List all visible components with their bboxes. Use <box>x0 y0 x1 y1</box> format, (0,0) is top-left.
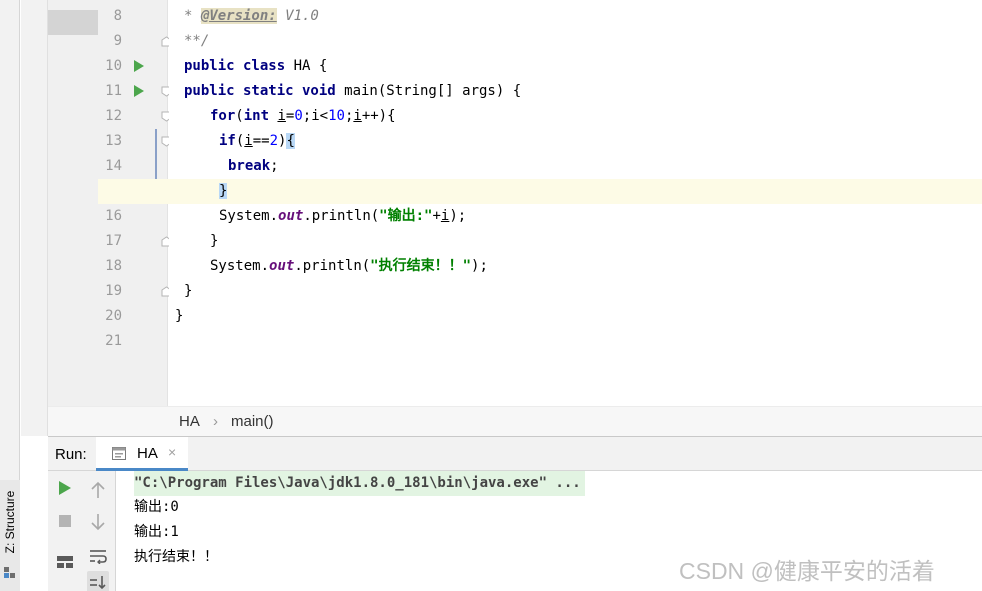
line-number: 21 <box>105 333 122 349</box>
structure-tab-label[interactable]: Z: Structure <box>3 491 17 554</box>
line-number: 13 <box>105 133 122 149</box>
run-panel-header: Run: HA × <box>48 436 982 471</box>
line-number: 10 <box>105 58 122 74</box>
line-number: 16 <box>105 208 122 224</box>
console-command-line[interactable]: "C:\Program Files\Java\jdk1.8.0_181\bin\… <box>134 471 585 496</box>
structure-icon[interactable] <box>3 566 16 579</box>
console-line: 输出:0 <box>134 499 179 515</box>
line-number: 14 <box>105 158 122 174</box>
code-line-12: for(int i=0;i<10;i++){ <box>210 108 396 124</box>
line-number: 18 <box>105 258 122 274</box>
code-line-10: public class HA { <box>184 58 328 74</box>
run-toolbar <box>48 471 116 591</box>
run-tab-label: HA <box>137 445 158 462</box>
line-number: 9 <box>113 33 122 49</box>
arrow-up-icon <box>91 481 105 498</box>
soft-wrap-button[interactable] <box>87 545 109 567</box>
line-number: 11 <box>105 83 122 99</box>
watermark: CSDN @健康平安的活着 <box>679 558 935 584</box>
arrow-down-icon <box>91 514 105 531</box>
breadcrumb: HA › main() <box>169 406 982 436</box>
scroll-down-button[interactable] <box>87 511 109 533</box>
scroll-end-icon <box>90 576 106 590</box>
rerun-button[interactable] <box>54 477 76 499</box>
breadcrumb-method[interactable]: main() <box>231 413 274 430</box>
layout-icon <box>57 556 73 568</box>
console-line: 输出:1 <box>134 524 179 540</box>
code-line-13: if(i==2){ <box>219 133 295 149</box>
stop-icon <box>59 515 71 527</box>
run-class-icon[interactable] <box>133 59 145 73</box>
line-number: 17 <box>105 233 122 249</box>
console-line: 执行结束！！ <box>134 549 218 565</box>
play-icon <box>59 481 71 495</box>
scroll-up-button[interactable] <box>87 479 109 501</box>
wrap-icon <box>90 550 107 564</box>
side-panel-strip <box>21 0 48 436</box>
breadcrumb-class[interactable]: HA <box>179 413 200 430</box>
code-line-11: public static void main(String[] args) { <box>184 83 522 99</box>
code-line-18: System.out.println("执行结束！！"); <box>210 258 488 274</box>
close-icon[interactable]: × <box>168 444 176 460</box>
run-label: Run: <box>55 446 87 463</box>
console-icon <box>112 447 126 460</box>
run-main-icon[interactable] <box>133 84 145 98</box>
code-line-8: * @Version: V1.0 <box>184 8 319 24</box>
current-line-highlight <box>98 179 982 204</box>
code-line-15: } <box>219 183 228 199</box>
line-number: 19 <box>105 283 122 299</box>
gutter-footer <box>48 406 169 436</box>
layout-button[interactable] <box>54 551 76 573</box>
code-line-17: } <box>210 233 219 249</box>
line-number: 20 <box>105 308 122 324</box>
breadcrumb-separator: › <box>213 413 218 430</box>
line-number: 8 <box>113 8 122 24</box>
gutter-selection <box>48 10 98 35</box>
line-number: 12 <box>105 108 122 124</box>
code-line-20: } <box>175 308 184 324</box>
code-line-16: System.out.println("输出:"+i); <box>219 208 467 224</box>
stop-button[interactable] <box>54 510 76 532</box>
code-line-19: } <box>184 283 193 299</box>
run-tab-ha[interactable]: HA × <box>96 437 188 471</box>
code-line-9: **/ <box>184 33 210 49</box>
scroll-to-end-button[interactable] <box>87 571 109 591</box>
code-line-14: break; <box>228 158 279 174</box>
